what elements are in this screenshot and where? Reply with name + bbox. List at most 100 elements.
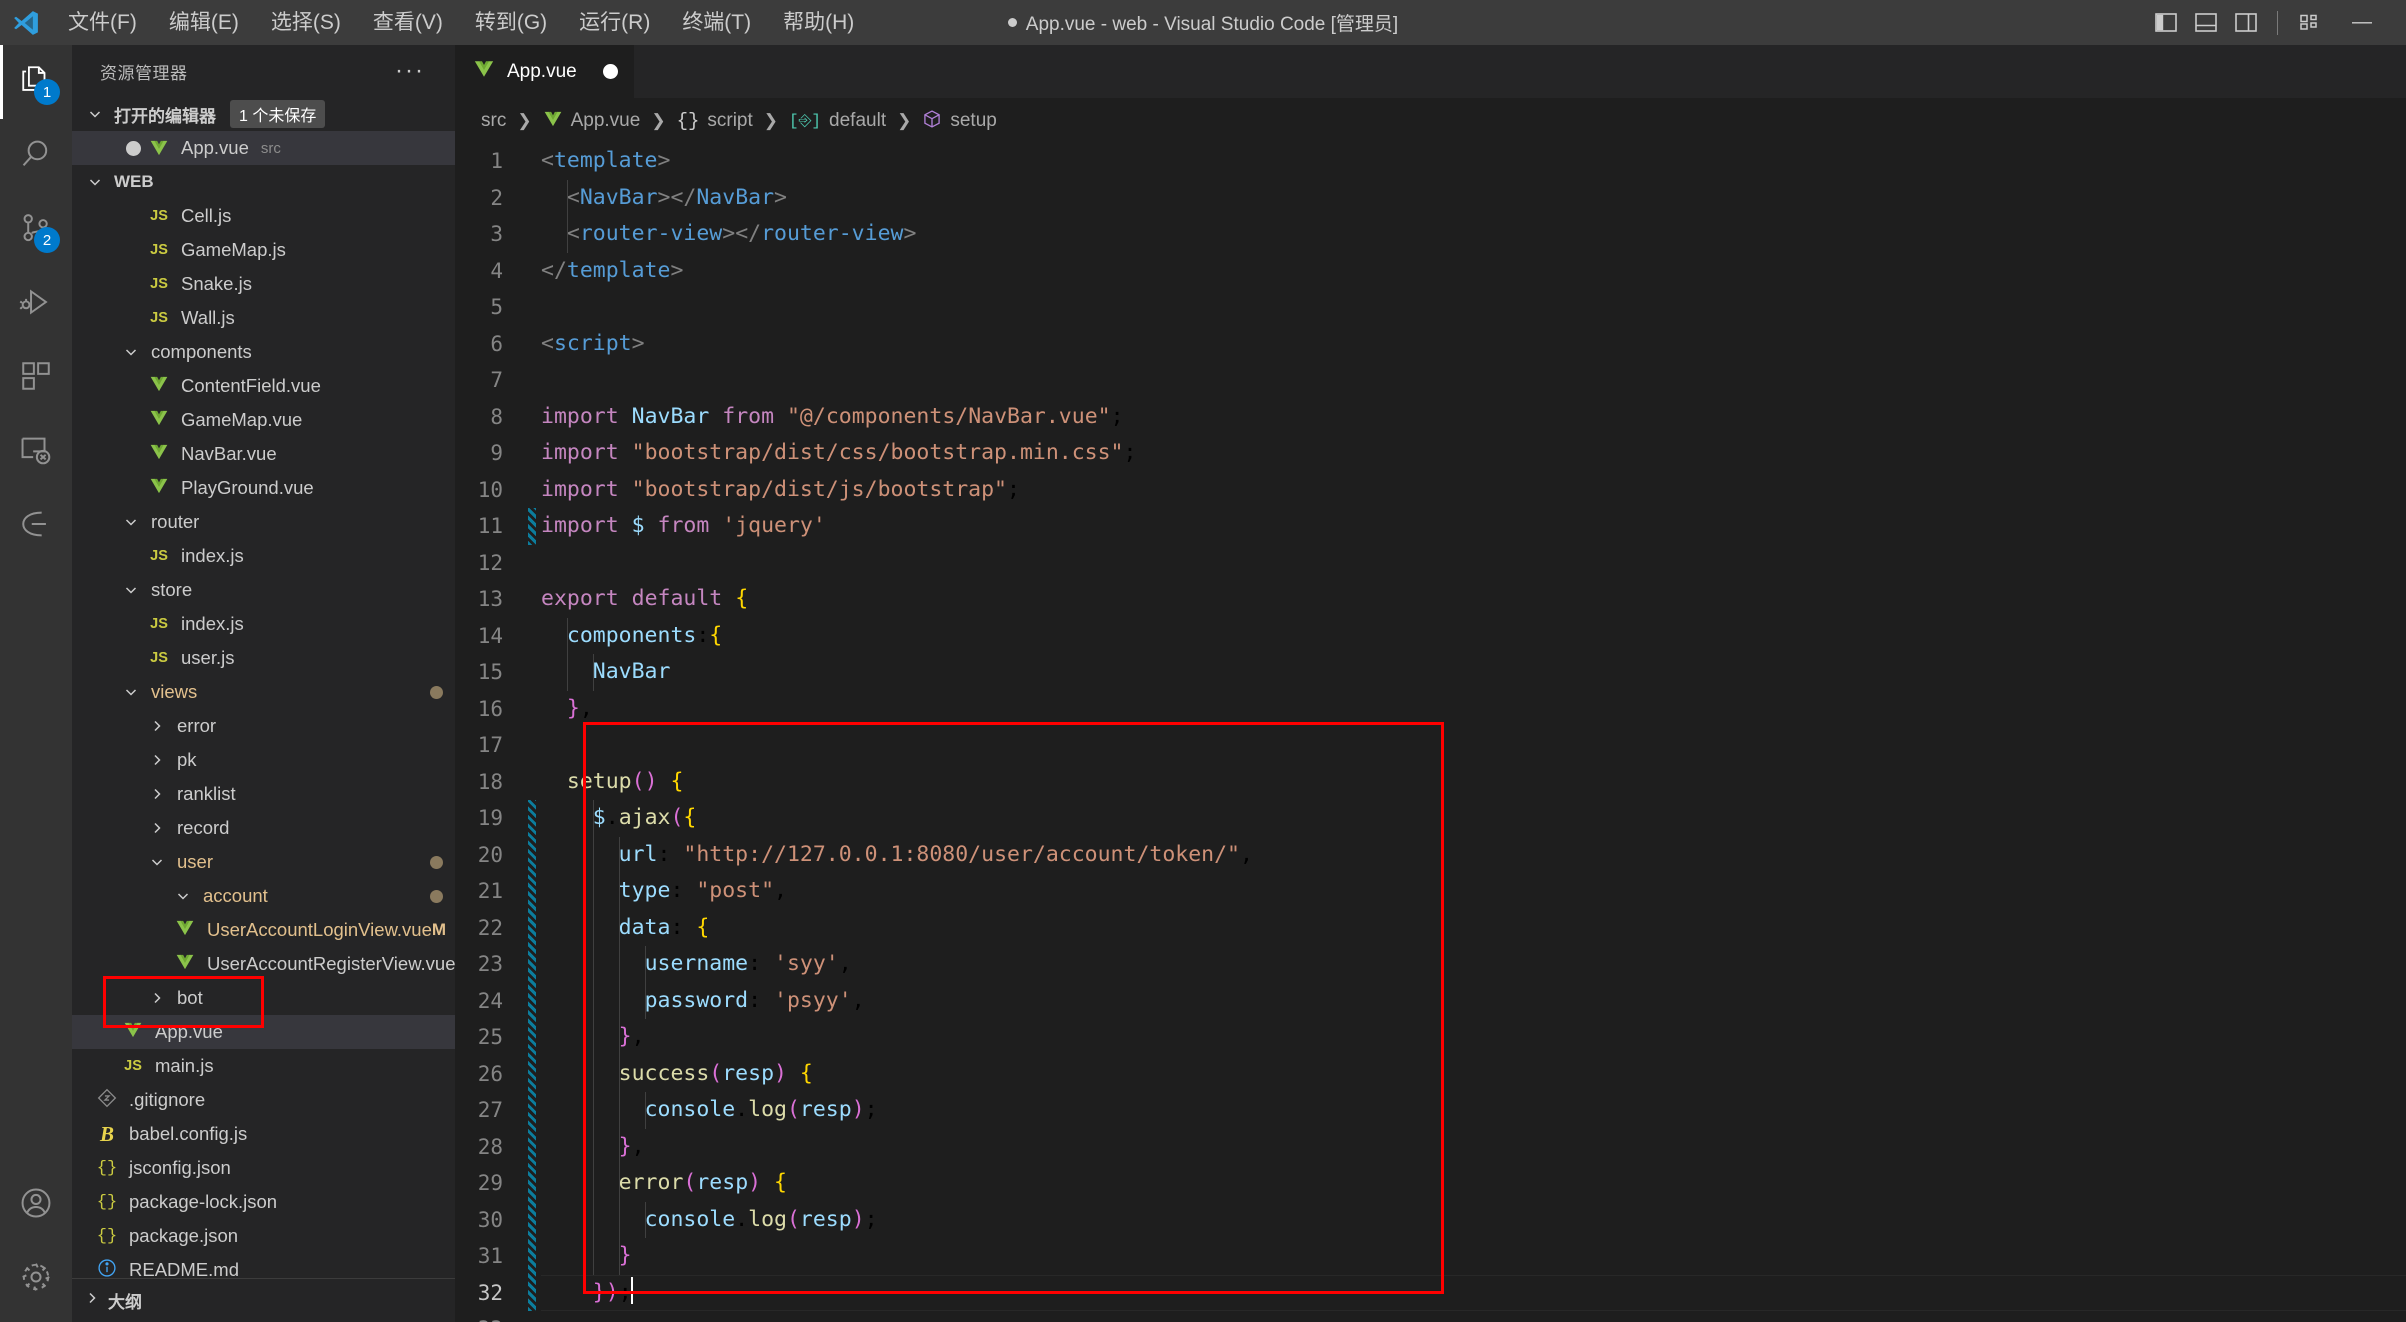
tree-item-store[interactable]: store <box>72 573 455 607</box>
section-workspace[interactable]: WEB <box>72 165 455 199</box>
code-line[interactable]: 19 $.ajax({ <box>455 800 2406 837</box>
chevron-right-icon[interactable] <box>146 752 168 768</box>
menu-selection[interactable]: 选择(S) <box>255 6 357 39</box>
tree-item-store-index-js[interactable]: JSindex.js <box>72 607 455 641</box>
activity-search[interactable] <box>0 119 72 193</box>
activity-explorer[interactable]: 1 <box>0 45 72 119</box>
activity-run-debug[interactable] <box>0 267 72 341</box>
code-line[interactable]: 25 }, <box>455 1019 2406 1056</box>
chevron-down-icon[interactable] <box>120 684 142 700</box>
activity-accounts[interactable] <box>0 1168 72 1242</box>
menu-file[interactable]: 文件(F) <box>52 6 153 39</box>
code-line[interactable]: 9import "bootstrap/dist/css/bootstrap.mi… <box>455 435 2406 472</box>
tree-item-babel-config-js[interactable]: Bbabel.config.js <box>72 1117 455 1151</box>
tree-item-gamemap-js[interactable]: JSGameMap.js <box>72 233 455 267</box>
code-line[interactable]: 30 console.log(resp); <box>455 1202 2406 1239</box>
code-line[interactable]: 16 }, <box>455 691 2406 728</box>
tree-item-views[interactable]: views <box>72 675 455 709</box>
menu-run[interactable]: 运行(R) <box>563 6 666 39</box>
tree-item-contentfield-vue[interactable]: ContentField.vue <box>72 369 455 403</box>
tree-item-ranklist[interactable]: ranklist <box>72 777 455 811</box>
code-line[interactable]: 8import NavBar from "@/components/NavBar… <box>455 399 2406 436</box>
tree-item-package-json[interactable]: {}package.json <box>72 1219 455 1253</box>
code-line[interactable]: 2 <NavBar></NavBar> <box>455 180 2406 217</box>
tree-item-record[interactable]: record <box>72 811 455 845</box>
code-line[interactable]: 10import "bootstrap/dist/js/bootstrap"; <box>455 472 2406 509</box>
code-line[interactable]: 15 NavBar <box>455 654 2406 691</box>
tree-item-router[interactable]: router <box>72 505 455 539</box>
activity-remote[interactable] <box>0 415 72 489</box>
tree-item-error[interactable]: error <box>72 709 455 743</box>
tree-item-app-vue[interactable]: App.vue <box>72 1015 455 1049</box>
chevron-right-icon[interactable] <box>146 786 168 802</box>
tree-item-useraccountregisterview-vue[interactable]: UserAccountRegisterView.vue <box>72 947 455 981</box>
tree-item-components[interactable]: components <box>72 335 455 369</box>
tree-item-gitignore[interactable]: .gitignore <box>72 1083 455 1117</box>
breadcrumb-item-default[interactable]: [⎆] default <box>789 110 886 132</box>
activity-settings[interactable] <box>0 1242 72 1316</box>
code-line[interactable]: 3 <router-view></router-view> <box>455 216 2406 253</box>
chevron-down-icon[interactable] <box>120 514 142 530</box>
breadcrumb-item-src[interactable]: src <box>481 110 506 132</box>
minimize-button[interactable]: — <box>2332 0 2392 45</box>
code-line[interactable]: 13export default { <box>455 581 2406 618</box>
section-open-editors[interactable]: 打开的编辑器 1 个未保存 <box>72 97 455 131</box>
toggle-primary-sidebar-icon[interactable] <box>2149 6 2183 40</box>
code-line[interactable]: 31 } <box>455 1238 2406 1275</box>
code-line[interactable]: 26 success(resp) { <box>455 1056 2406 1093</box>
code-editor[interactable]: 1<template>2 <NavBar></NavBar>3 <router-… <box>455 143 2406 1322</box>
section-outline[interactable]: 大纲 <box>72 1278 455 1322</box>
menu-view[interactable]: 查看(V) <box>357 6 459 39</box>
tree-item-main-js[interactable]: JSmain.js <box>72 1049 455 1083</box>
chevron-down-icon[interactable] <box>120 582 142 598</box>
code-line[interactable]: 1<template> <box>455 143 2406 180</box>
code-line[interactable]: 14 components:{ <box>455 618 2406 655</box>
code-line[interactable]: 6<script> <box>455 326 2406 363</box>
code-line[interactable]: 11import $ from 'jquery' <box>455 508 2406 545</box>
code-line[interactable]: 7 <box>455 362 2406 399</box>
breadcrumb-item-script[interactable]: {} script <box>677 110 753 132</box>
menu-edit[interactable]: 编辑(E) <box>153 6 255 39</box>
tree-item-wall-js[interactable]: JSWall.js <box>72 301 455 335</box>
sidebar-more-actions-icon[interactable]: ··· <box>395 59 425 83</box>
menu-go[interactable]: 转到(G) <box>459 6 563 39</box>
code-line[interactable]: 32 }); <box>455 1275 2406 1312</box>
open-editor-app-vue[interactable]: App.vue src <box>72 131 455 165</box>
code-line[interactable]: 29 error(resp) { <box>455 1165 2406 1202</box>
toggle-secondary-sidebar-icon[interactable] <box>2229 6 2263 40</box>
tree-item-bot[interactable]: bot <box>72 981 455 1015</box>
breadcrumb-item-app-vue[interactable]: App.vue <box>543 109 641 132</box>
breadcrumb-item-setup[interactable]: setup <box>922 109 996 132</box>
tree-item-user[interactable]: user <box>72 845 455 879</box>
tree-item-store-user-js[interactable]: JSuser.js <box>72 641 455 675</box>
tree-item-snake-js[interactable]: JSSnake.js <box>72 267 455 301</box>
chevron-right-icon[interactable] <box>146 820 168 836</box>
tree-item-account[interactable]: account <box>72 879 455 913</box>
code-line[interactable]: 5 <box>455 289 2406 326</box>
tree-item-gamemap-vue[interactable]: GameMap.vue <box>72 403 455 437</box>
tab-app-vue[interactable]: App.vue <box>455 45 635 98</box>
tree-item-package-lock-json[interactable]: {}package-lock.json <box>72 1185 455 1219</box>
tree-item-jsconfig-json[interactable]: {}jsconfig.json <box>72 1151 455 1185</box>
tree-item-useraccountloginview-vue[interactable]: UserAccountLoginView.vueM <box>72 913 455 947</box>
tree-item-cell-js[interactable]: JSCell.js <box>72 199 455 233</box>
menu-terminal[interactable]: 终端(T) <box>666 6 767 39</box>
chevron-down-icon[interactable] <box>120 344 142 360</box>
code-line[interactable]: 24 password: 'psyy', <box>455 983 2406 1020</box>
code-line[interactable]: 4</template> <box>455 253 2406 290</box>
customize-layout-icon[interactable] <box>2292 6 2326 40</box>
chevron-down-icon[interactable] <box>172 888 194 904</box>
code-line[interactable]: 33 <box>455 1311 2406 1322</box>
activity-extensions[interactable] <box>0 341 72 415</box>
code-line[interactable]: 21 type: "post", <box>455 873 2406 910</box>
code-line[interactable]: 28 }, <box>455 1129 2406 1166</box>
toggle-panel-icon[interactable] <box>2189 6 2223 40</box>
chevron-right-icon[interactable] <box>146 990 168 1006</box>
code-line[interactable]: 18 setup() { <box>455 764 2406 801</box>
code-line[interactable]: 12 <box>455 545 2406 582</box>
code-line[interactable]: 27 console.log(resp); <box>455 1092 2406 1129</box>
code-line[interactable]: 23 username: 'syy', <box>455 946 2406 983</box>
tab-dirty-indicator-icon[interactable] <box>603 64 618 79</box>
tree-item-playground-vue[interactable]: PlayGround.vue <box>72 471 455 505</box>
activity-source-control[interactable]: 2 <box>0 193 72 267</box>
